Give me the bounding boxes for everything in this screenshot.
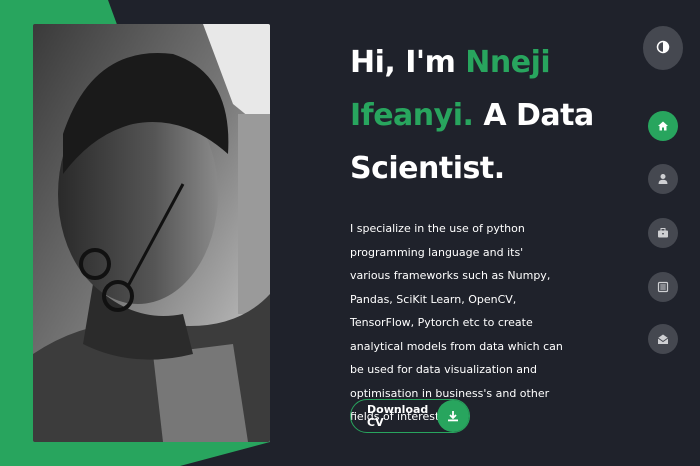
profile-photo: [33, 24, 270, 442]
greeting: Hi, I'm: [350, 45, 466, 80]
nav-blog-button[interactable]: [648, 272, 678, 302]
user-icon: [657, 170, 669, 189]
briefcase-icon: [657, 224, 669, 243]
home-icon: [657, 117, 669, 136]
contrast-icon: [656, 39, 670, 58]
theme-toggle-button[interactable]: [643, 26, 683, 70]
hero-section: Hi, I'm Nneji Ifeanyi. A Data Scientist.…: [350, 36, 620, 429]
download-cv-label: Download CV: [367, 403, 429, 429]
hero-title: Hi, I'm Nneji Ifeanyi. A Data Scientist.: [350, 36, 620, 195]
nav-about-button[interactable]: [648, 164, 678, 194]
hero-description: I specialize in the use of python progra…: [350, 222, 563, 423]
envelope-open-icon: [657, 330, 669, 349]
newspaper-icon: [657, 278, 669, 297]
download-icon: [437, 400, 469, 432]
download-cv-button[interactable]: Download CV: [350, 399, 470, 433]
nav-home-button[interactable]: [648, 111, 678, 141]
nav-portfolio-button[interactable]: [648, 218, 678, 248]
nav-contact-button[interactable]: [648, 324, 678, 354]
